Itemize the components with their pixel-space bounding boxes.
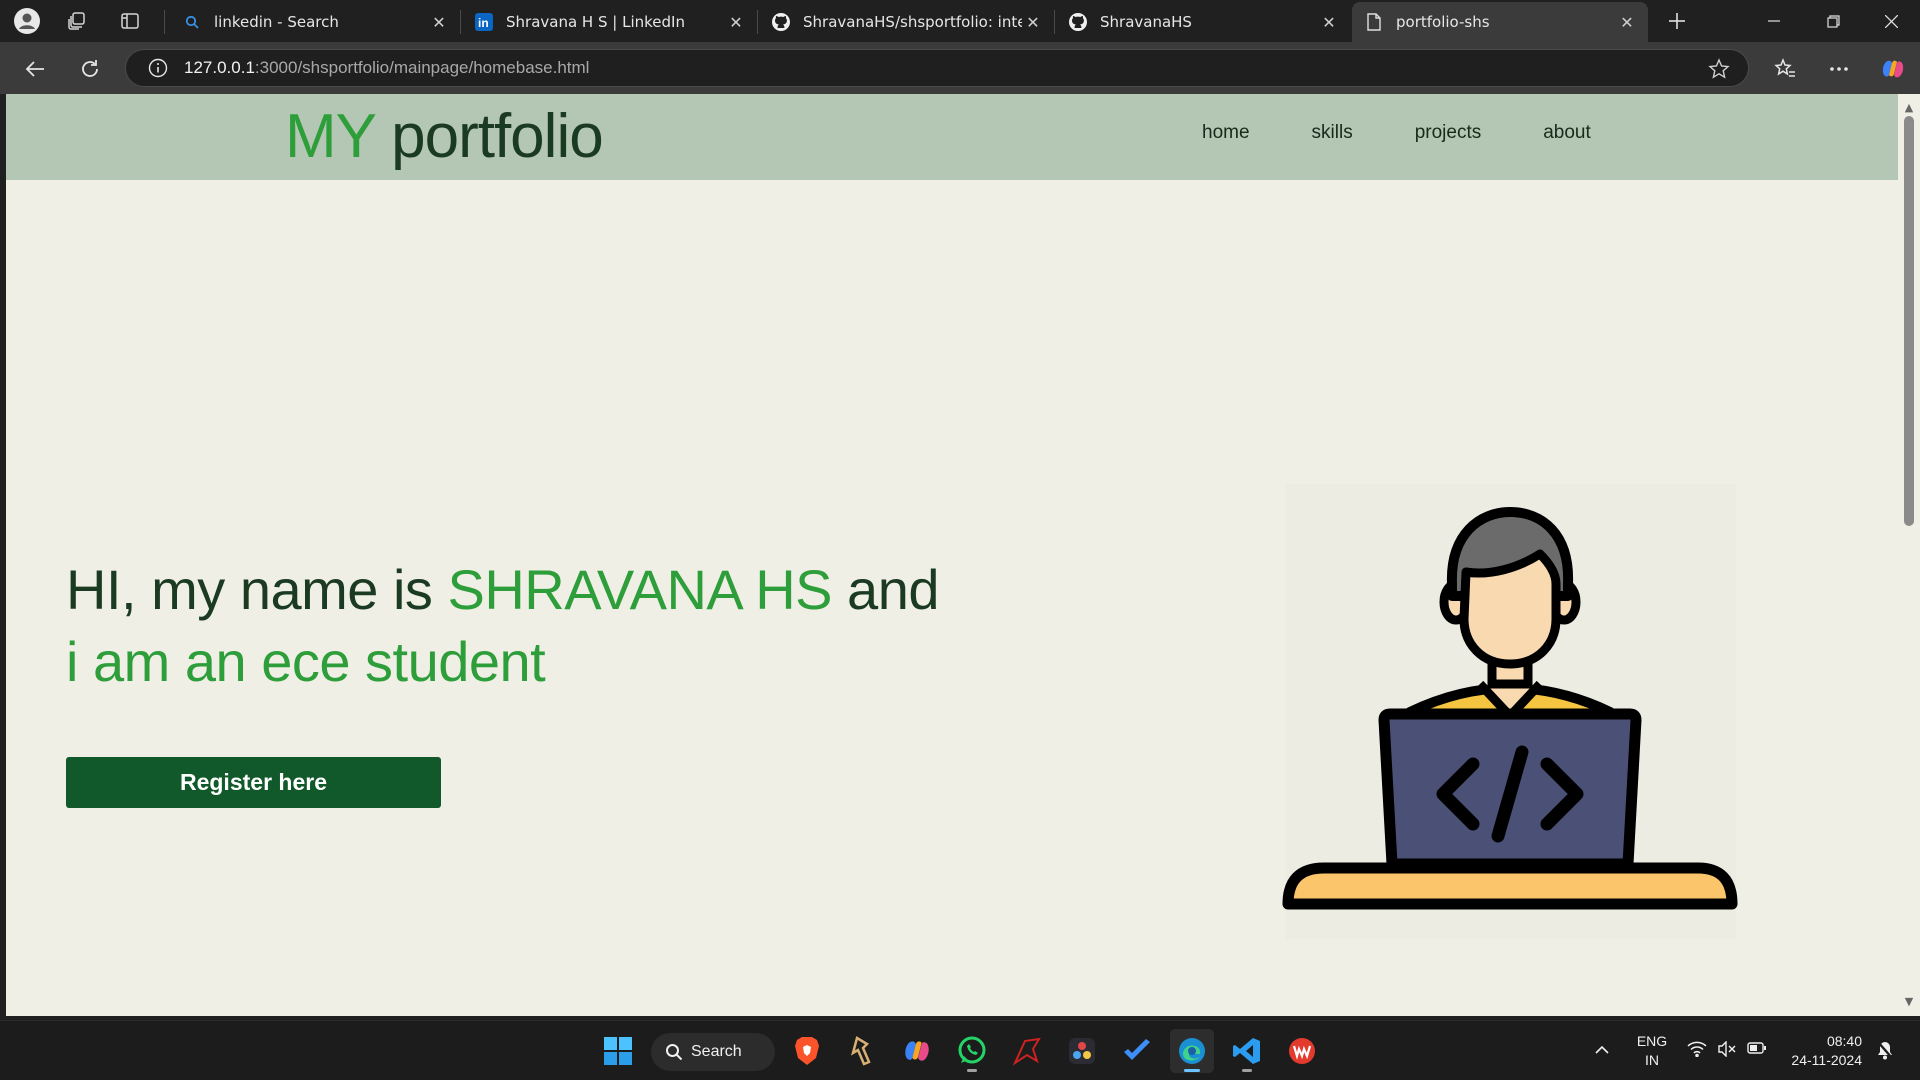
close-tab-icon[interactable]: ✕ xyxy=(1022,11,1044,33)
davinci-icon[interactable] xyxy=(1060,1029,1104,1073)
refresh-icon[interactable] xyxy=(73,52,107,86)
more-menu-icon[interactable] xyxy=(1822,52,1856,86)
tab-separator xyxy=(164,10,165,34)
wps-icon[interactable] xyxy=(1280,1029,1324,1073)
windows-start-icon[interactable] xyxy=(596,1029,640,1073)
copilot-app-icon[interactable] xyxy=(895,1029,939,1073)
tab-linkedin-search[interactable]: linkedin - Search ✕ xyxy=(170,2,460,42)
tab-title: ShravanaHS/shsportfolio: interns xyxy=(803,13,1022,31)
favorites-icon[interactable] xyxy=(1768,52,1802,86)
nav-home[interactable]: home xyxy=(1202,122,1250,144)
linkedin-icon: in xyxy=(474,12,494,32)
taskbar-search[interactable]: Search xyxy=(651,1033,775,1071)
nav-skills[interactable]: skills xyxy=(1312,122,1353,144)
whatsapp-icon[interactable] xyxy=(950,1029,994,1073)
windows-taskbar: Search ENG IN 08:40 24-11-2024 xyxy=(0,1020,1920,1080)
game-icon[interactable] xyxy=(1005,1029,1049,1073)
tab-github-repo[interactable]: ShravanaHS/shsportfolio: interns ✕ xyxy=(759,2,1054,42)
page-scrollbar[interactable]: ▲ ▼ xyxy=(1898,94,1920,1016)
address-bar[interactable]: 127.0.0.1:3000/shsportfolio/mainpage/hom… xyxy=(125,49,1749,87)
workspaces-icon[interactable] xyxy=(62,6,92,36)
clock[interactable]: 08:40 24-11-2024 xyxy=(1780,1032,1862,1070)
close-tab-icon[interactable]: ✕ xyxy=(1318,11,1340,33)
hero-line-2: i am an ece student xyxy=(66,630,546,693)
tab-linkedin-profile[interactable]: in Shravana H S | LinkedIn ✕ xyxy=(462,2,757,42)
brave-icon[interactable] xyxy=(785,1029,829,1073)
vertical-tabs-icon[interactable] xyxy=(115,6,145,36)
hero-and: and xyxy=(832,558,939,621)
vscode-icon[interactable] xyxy=(1225,1029,1269,1073)
tab-portfolio-active[interactable]: portfolio-shs ✕ xyxy=(1352,2,1648,42)
nav-projects[interactable]: projects xyxy=(1415,122,1482,144)
svg-text:in: in xyxy=(478,16,489,30)
wifi-icon[interactable] xyxy=(1686,1041,1708,1062)
developer-laptop-illustration xyxy=(1280,484,1740,944)
hero-line-1: HI, my name is SHRAVANA HS and xyxy=(66,554,940,626)
language-indicator[interactable]: ENG IN xyxy=(1632,1032,1672,1070)
close-tab-icon[interactable]: ✕ xyxy=(725,11,747,33)
running-indicator xyxy=(1184,1069,1200,1072)
running-indicator xyxy=(967,1069,977,1072)
logo-text: portfolio xyxy=(391,102,604,171)
language-region: IN xyxy=(1645,1052,1659,1068)
show-hidden-icons[interactable] xyxy=(1590,1041,1614,1060)
site-info-icon[interactable] xyxy=(138,49,178,87)
github-icon xyxy=(1068,12,1088,32)
language-code: ENG xyxy=(1636,1033,1668,1049)
tab-title: linkedin - Search xyxy=(214,13,339,31)
url-host: 127.0.0.1 xyxy=(184,58,255,77)
register-button[interactable]: Register here xyxy=(66,757,441,808)
tab-separator xyxy=(757,10,758,34)
favorite-star-icon[interactable] xyxy=(1708,58,1730,80)
copilot-icon[interactable] xyxy=(1876,52,1910,86)
tab-title: ShravanaHS xyxy=(1100,13,1192,31)
logo-highlight: MY xyxy=(285,102,376,171)
hero-heading: HI, my name is SHRAVANA HS and i am an e… xyxy=(66,554,940,698)
profile-avatar-icon[interactable] xyxy=(12,6,42,36)
scroll-down-icon[interactable]: ▼ xyxy=(1902,994,1916,1008)
tab-github-profile[interactable]: ShravanaHS ✕ xyxy=(1056,2,1350,42)
hero-intro: HI, my name is xyxy=(66,558,448,621)
edge-icon[interactable] xyxy=(1170,1029,1214,1073)
tab-title: portfolio-shs xyxy=(1396,13,1490,31)
taskbar-search-label: Search xyxy=(691,1043,742,1060)
notification-bell-icon[interactable] xyxy=(1874,1040,1896,1065)
hero-name: SHRAVANA HS xyxy=(447,558,832,621)
running-indicator xyxy=(1242,1069,1252,1072)
restore-icon[interactable] xyxy=(1804,0,1862,42)
nav-about[interactable]: about xyxy=(1543,122,1591,144)
page-viewport: MY portfolio home skills projects about … xyxy=(6,94,1898,1016)
clock-date: 24-11-2024 xyxy=(1791,1052,1862,1068)
tool-icon[interactable] xyxy=(840,1029,884,1073)
tab-separator xyxy=(460,10,461,34)
scroll-up-icon[interactable]: ▲ xyxy=(1902,100,1916,114)
tab-separator xyxy=(1054,10,1055,34)
volume-muted-icon[interactable] xyxy=(1716,1040,1738,1062)
search-icon xyxy=(666,1044,683,1061)
site-logo[interactable]: MY portfolio xyxy=(285,102,604,172)
minimize-icon[interactable] xyxy=(1745,0,1803,42)
back-icon[interactable] xyxy=(18,52,52,86)
close-tab-icon[interactable]: ✕ xyxy=(1616,11,1638,33)
search-icon xyxy=(182,12,202,32)
browser-toolbar: 127.0.0.1:3000/shsportfolio/mainpage/hom… xyxy=(0,42,1920,94)
github-icon xyxy=(771,12,791,32)
clock-time: 08:40 xyxy=(1826,1033,1862,1049)
tab-title: Shravana H S | LinkedIn xyxy=(506,13,685,31)
scroll-thumb[interactable] xyxy=(1904,116,1914,526)
close-window-icon[interactable] xyxy=(1862,0,1920,42)
new-tab-icon[interactable] xyxy=(1662,6,1692,36)
close-tab-icon[interactable]: ✕ xyxy=(428,11,450,33)
battery-icon[interactable] xyxy=(1746,1041,1768,1060)
site-header: MY portfolio home skills projects about xyxy=(6,94,1898,180)
page-icon xyxy=(1364,12,1384,32)
browser-tab-strip: linkedin - Search ✕ in Shravana H S | Li… xyxy=(0,0,1920,42)
site-nav: home skills projects about xyxy=(1202,122,1653,144)
todo-icon[interactable] xyxy=(1115,1029,1159,1073)
url-path: :3000/shsportfolio/mainpage/homebase.htm… xyxy=(254,58,590,77)
address-url: 127.0.0.1:3000/shsportfolio/mainpage/hom… xyxy=(184,58,589,78)
